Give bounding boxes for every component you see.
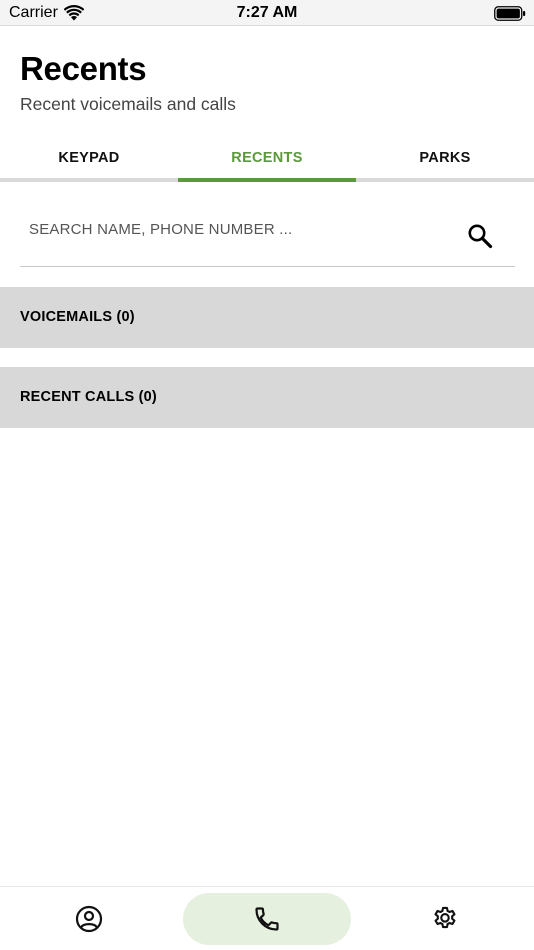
status-time: 7:27 AM — [236, 4, 298, 21]
recents-screen: Carrier 7:27 AM Recents Recent voicemail… — [0, 0, 534, 950]
search-bar — [20, 205, 515, 267]
status-bar: Carrier 7:27 AM — [0, 0, 534, 26]
bottom-nav — [0, 886, 534, 950]
profile-icon — [75, 905, 103, 933]
battery-icon — [494, 6, 526, 21]
voicemails-section-header[interactable]: VOICEMAILS (0) — [0, 287, 534, 348]
page-title: Recents — [20, 50, 147, 87]
tab-parks[interactable]: PARKS — [356, 140, 534, 178]
tab-recents[interactable]: RECENTS — [178, 140, 356, 182]
page-subtitle: Recent voicemails and calls — [20, 94, 236, 114]
tab-bar: KEYPAD RECENTS PARKS — [0, 140, 534, 182]
nav-profile-button[interactable] — [59, 893, 119, 945]
search-icon[interactable] — [467, 223, 493, 249]
tab-keypad[interactable]: KEYPAD — [0, 140, 178, 178]
phone-icon — [255, 907, 279, 931]
nav-phone-button[interactable] — [183, 893, 351, 945]
gear-icon — [434, 906, 456, 929]
recent-calls-section-header[interactable]: RECENT CALLS (0) — [0, 367, 534, 428]
nav-settings-button[interactable] — [415, 893, 475, 945]
search-input[interactable] — [20, 205, 460, 253]
